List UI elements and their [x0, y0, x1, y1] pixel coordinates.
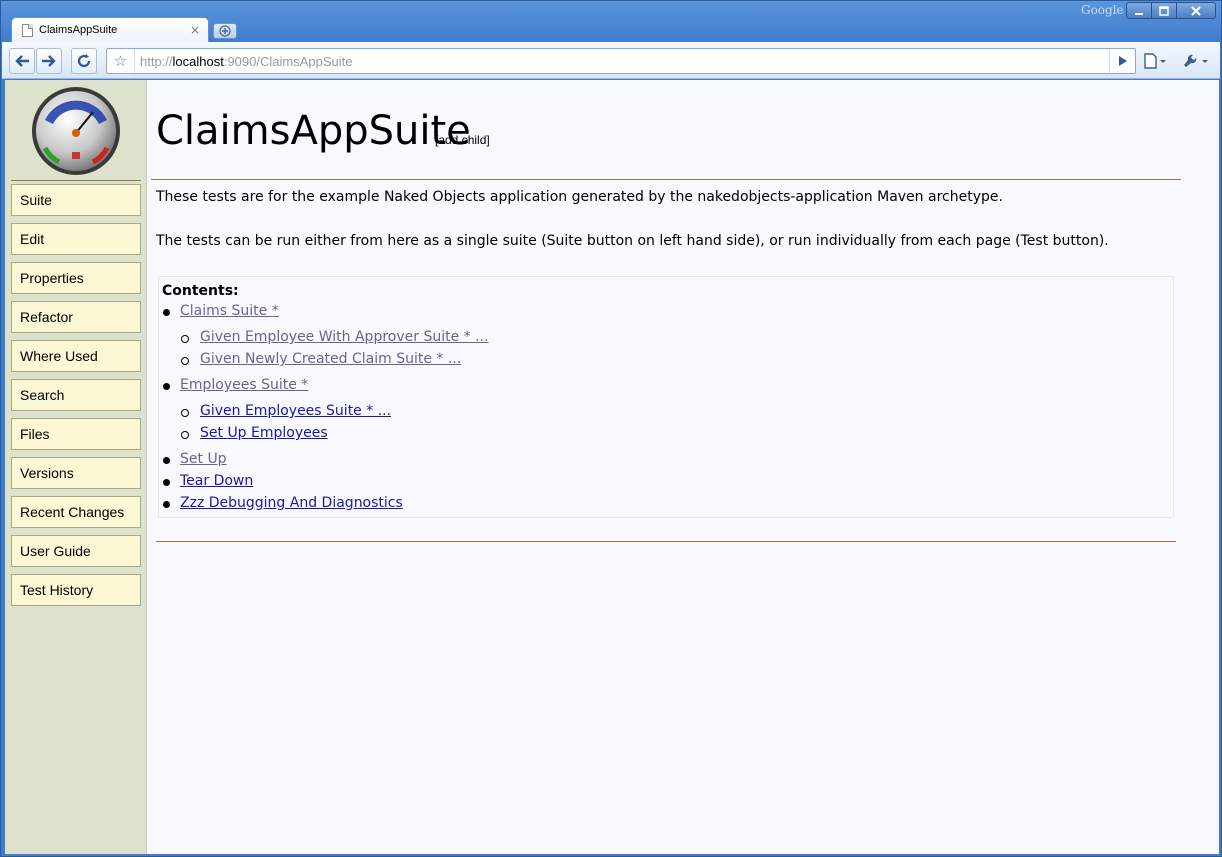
forward-arrow-icon: [42, 55, 56, 67]
page-menu-icon: [1144, 53, 1166, 69]
page-icon: [22, 23, 33, 37]
close-icon: [1191, 5, 1201, 16]
reload-button[interactable]: [71, 48, 97, 74]
contents-link-given-newly-created-claim[interactable]: Given Newly Created Claim Suite * ...: [200, 351, 461, 367]
reload-icon: [77, 54, 91, 68]
tab-strip: ClaimsAppSuite × Google: [1, 1, 1221, 42]
footer-divider: [156, 541, 1176, 542]
fitnesse-logo[interactable]: [31, 86, 121, 176]
back-arrow-icon: [15, 55, 29, 67]
header-divider: [151, 179, 1181, 180]
bullet-icon: [163, 309, 170, 316]
sidebar-item-user-guide[interactable]: User Guide: [11, 535, 141, 567]
sidebar-nav: Suite Edit Properties Refactor Where Use…: [11, 184, 141, 613]
close-window-button[interactable]: [1176, 2, 1216, 19]
forward-button[interactable]: [36, 48, 62, 74]
back-button[interactable]: [9, 48, 35, 74]
bookmark-star-icon[interactable]: ☆: [107, 49, 135, 73]
url-scheme: http://: [140, 53, 173, 69]
circle-bullet-icon: [181, 431, 189, 439]
contents-link-set-up-employees[interactable]: Set Up Employees: [200, 425, 328, 441]
tools-menu-button[interactable]: [1182, 51, 1210, 71]
contents-link-set-up[interactable]: Set Up: [180, 451, 227, 467]
url-host: localhost: [172, 53, 224, 69]
contents-link-claims-suite[interactable]: Claims Suite *: [180, 303, 279, 319]
new-tab-button[interactable]: [213, 23, 237, 39]
circle-bullet-icon: [181, 409, 189, 417]
sidebar-item-search[interactable]: Search: [11, 379, 141, 411]
contents-link-tear-down[interactable]: Tear Down: [180, 473, 253, 489]
page-viewport: Suite Edit Properties Refactor Where Use…: [5, 80, 1219, 854]
circle-bullet-icon: [181, 357, 189, 365]
plus-icon: [219, 25, 231, 37]
sidebar-divider: [11, 180, 141, 181]
sidebar-item-versions[interactable]: Versions: [11, 457, 141, 489]
tab-title: ClaimsAppSuite: [39, 24, 118, 36]
maximize-button[interactable]: [1151, 2, 1177, 19]
bullet-icon: [163, 457, 170, 464]
instructions-paragraph: The tests can be run either from here as…: [156, 233, 1109, 249]
sidebar-item-suite[interactable]: Suite: [11, 184, 141, 216]
contents-link-zzz-debugging[interactable]: Zzz Debugging And Diagnostics: [180, 495, 403, 511]
sidebar-item-edit[interactable]: Edit: [11, 223, 141, 255]
sidebar-item-files[interactable]: Files: [11, 418, 141, 450]
circle-bullet-icon: [181, 335, 189, 343]
bullet-icon: [163, 501, 170, 508]
main-content: ClaimsAppSuite [add child] These tests a…: [147, 80, 1219, 854]
maximize-icon: [1159, 5, 1169, 16]
page-title: ClaimsAppSuite: [156, 108, 471, 154]
browser-toolbar: ☆ http://localhost:9090/ClaimsAppSuite: [2, 42, 1220, 79]
sidebar-item-recent-changes[interactable]: Recent Changes: [11, 496, 141, 528]
contents-link-employees-suite[interactable]: Employees Suite *: [180, 377, 308, 393]
sidebar: Suite Edit Properties Refactor Where Use…: [5, 80, 147, 854]
sidebar-item-where-used[interactable]: Where Used: [11, 340, 141, 372]
wrench-icon: [1184, 54, 1208, 67]
bullet-icon: [163, 479, 170, 486]
go-button[interactable]: [1109, 49, 1135, 73]
sidebar-item-properties[interactable]: Properties: [11, 262, 141, 294]
url-text[interactable]: http://localhost:9090/ClaimsAppSuite: [135, 54, 1109, 69]
page-menu-button[interactable]: [1142, 51, 1168, 71]
tab-close-icon[interactable]: ×: [190, 23, 200, 37]
add-child-link[interactable]: [add child]: [435, 133, 490, 147]
tab-claimsappsuite[interactable]: ClaimsAppSuite ×: [11, 17, 209, 42]
bullet-icon: [163, 383, 170, 390]
browser-window: ClaimsAppSuite × Google ☆ http://localho…: [0, 0, 1222, 857]
minimize-button[interactable]: [1126, 2, 1152, 19]
address-bar[interactable]: ☆ http://localhost:9090/ClaimsAppSuite: [106, 48, 1136, 74]
sidebar-item-test-history[interactable]: Test History: [11, 574, 141, 606]
contents-box: Contents: Claims Suite * Given Employee …: [158, 276, 1174, 518]
contents-link-given-employee-with-approver[interactable]: Given Employee With Approver Suite * ...: [200, 329, 488, 345]
minimize-icon: [1135, 12, 1143, 15]
brand-label: Google: [1081, 3, 1124, 17]
contents-heading: Contents:: [162, 283, 239, 299]
play-icon: [1118, 56, 1127, 66]
intro-paragraph: These tests are for the example Naked Ob…: [156, 189, 1003, 205]
contents-link-given-employees-suite[interactable]: Given Employees Suite * ...: [200, 403, 391, 419]
url-path: :9090/ClaimsAppSuite: [223, 53, 353, 69]
sidebar-item-refactor[interactable]: Refactor: [11, 301, 141, 333]
